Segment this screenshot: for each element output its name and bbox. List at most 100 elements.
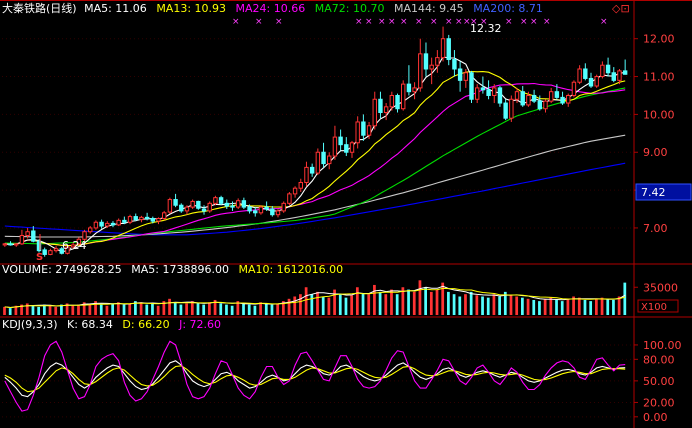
candle[interactable]	[321, 142, 326, 168]
candle[interactable]	[412, 82, 417, 100]
candle[interactable]	[19, 229, 25, 245]
candle[interactable]	[213, 195, 218, 206]
candle[interactable]	[161, 210, 167, 221]
candle[interactable]	[594, 74, 599, 88]
candle[interactable]	[429, 57, 434, 85]
candle[interactable]	[531, 89, 537, 104]
candle[interactable]	[258, 205, 264, 215]
candle[interactable]	[503, 99, 508, 121]
candle[interactable]	[611, 67, 616, 83]
candle[interactable]	[298, 178, 303, 192]
candle-body	[429, 64, 434, 70]
candle[interactable]	[110, 221, 116, 228]
volume-bars[interactable]	[3, 280, 627, 315]
candle[interactable]	[224, 199, 229, 210]
volume-bar	[111, 303, 114, 315]
candle[interactable]	[201, 205, 207, 215]
candle[interactable]	[548, 87, 554, 104]
candle[interactable]	[270, 205, 275, 217]
candle[interactable]	[622, 59, 628, 75]
volume-bar	[299, 294, 302, 315]
candlesticks[interactable]	[2, 26, 628, 257]
candle[interactable]	[600, 61, 605, 79]
candle[interactable]	[543, 99, 548, 113]
candle[interactable]	[401, 80, 406, 111]
candle[interactable]	[509, 95, 514, 122]
candle[interactable]	[560, 91, 565, 105]
candle[interactable]	[566, 93, 571, 107]
candle[interactable]	[355, 116, 360, 149]
candle[interactable]	[486, 80, 491, 100]
candle[interactable]	[418, 38, 423, 92]
candle[interactable]	[332, 125, 338, 160]
candle[interactable]	[88, 226, 93, 234]
signal-x-marker: ×	[600, 17, 608, 27]
candle[interactable]	[588, 72, 594, 88]
candle[interactable]	[241, 197, 247, 210]
candle[interactable]	[440, 26, 446, 62]
candle[interactable]	[287, 191, 292, 206]
candle[interactable]	[179, 203, 184, 213]
candle[interactable]	[2, 243, 8, 247]
candle[interactable]	[474, 84, 480, 104]
candle[interactable]	[127, 214, 133, 225]
candle[interactable]	[184, 205, 190, 215]
candle[interactable]	[156, 217, 161, 225]
candle-body	[509, 98, 514, 119]
candle[interactable]	[139, 215, 144, 223]
candle[interactable]	[173, 193, 178, 208]
candle[interactable]	[315, 148, 321, 175]
candle[interactable]	[8, 241, 13, 246]
candle[interactable]	[218, 195, 224, 206]
candle[interactable]	[133, 213, 138, 222]
candle[interactable]	[14, 243, 19, 247]
candle[interactable]	[520, 86, 525, 107]
candle[interactable]	[304, 161, 309, 187]
candle[interactable]	[235, 198, 241, 210]
candle[interactable]	[116, 218, 121, 227]
candle[interactable]	[395, 93, 400, 113]
candle[interactable]	[309, 163, 315, 177]
candle[interactable]	[281, 201, 286, 213]
volume-bar	[481, 296, 484, 315]
candle[interactable]	[167, 197, 173, 214]
candle[interactable]	[349, 140, 355, 158]
candle[interactable]	[93, 220, 99, 230]
candle[interactable]	[378, 91, 383, 119]
candle-body	[355, 121, 360, 144]
candle[interactable]	[406, 65, 412, 96]
candle[interactable]	[31, 226, 36, 243]
candle[interactable]	[292, 186, 298, 198]
candle[interactable]	[383, 103, 389, 121]
candle[interactable]	[207, 201, 212, 213]
candle[interactable]	[469, 70, 474, 104]
nav-icons[interactable]: ◇⊡	[612, 2, 630, 15]
candle[interactable]	[253, 207, 258, 217]
candle[interactable]	[583, 63, 588, 81]
volume-tick-label: 35000	[643, 281, 678, 294]
candle[interactable]	[190, 199, 195, 210]
candle[interactable]	[327, 152, 332, 170]
candle[interactable]	[196, 200, 201, 210]
candle[interactable]	[605, 57, 611, 77]
candle-body	[412, 87, 417, 93]
candle[interactable]	[571, 80, 577, 98]
candle[interactable]	[372, 91, 377, 130]
candle[interactable]	[423, 42, 429, 77]
candle[interactable]	[457, 61, 463, 92]
candle[interactable]	[497, 86, 503, 107]
candle[interactable]	[338, 129, 343, 151]
candle[interactable]	[577, 65, 582, 85]
candle[interactable]	[452, 50, 457, 77]
candle[interactable]	[446, 34, 451, 66]
candle[interactable]	[53, 246, 59, 253]
candle[interactable]	[435, 50, 440, 73]
candle[interactable]	[99, 219, 104, 229]
candle[interactable]	[42, 247, 47, 257]
candle[interactable]	[361, 114, 366, 141]
candle-body	[543, 100, 548, 110]
candle[interactable]	[48, 248, 53, 256]
candle[interactable]	[344, 137, 349, 157]
volume-bar	[202, 304, 206, 315]
volume-bar	[355, 287, 359, 315]
